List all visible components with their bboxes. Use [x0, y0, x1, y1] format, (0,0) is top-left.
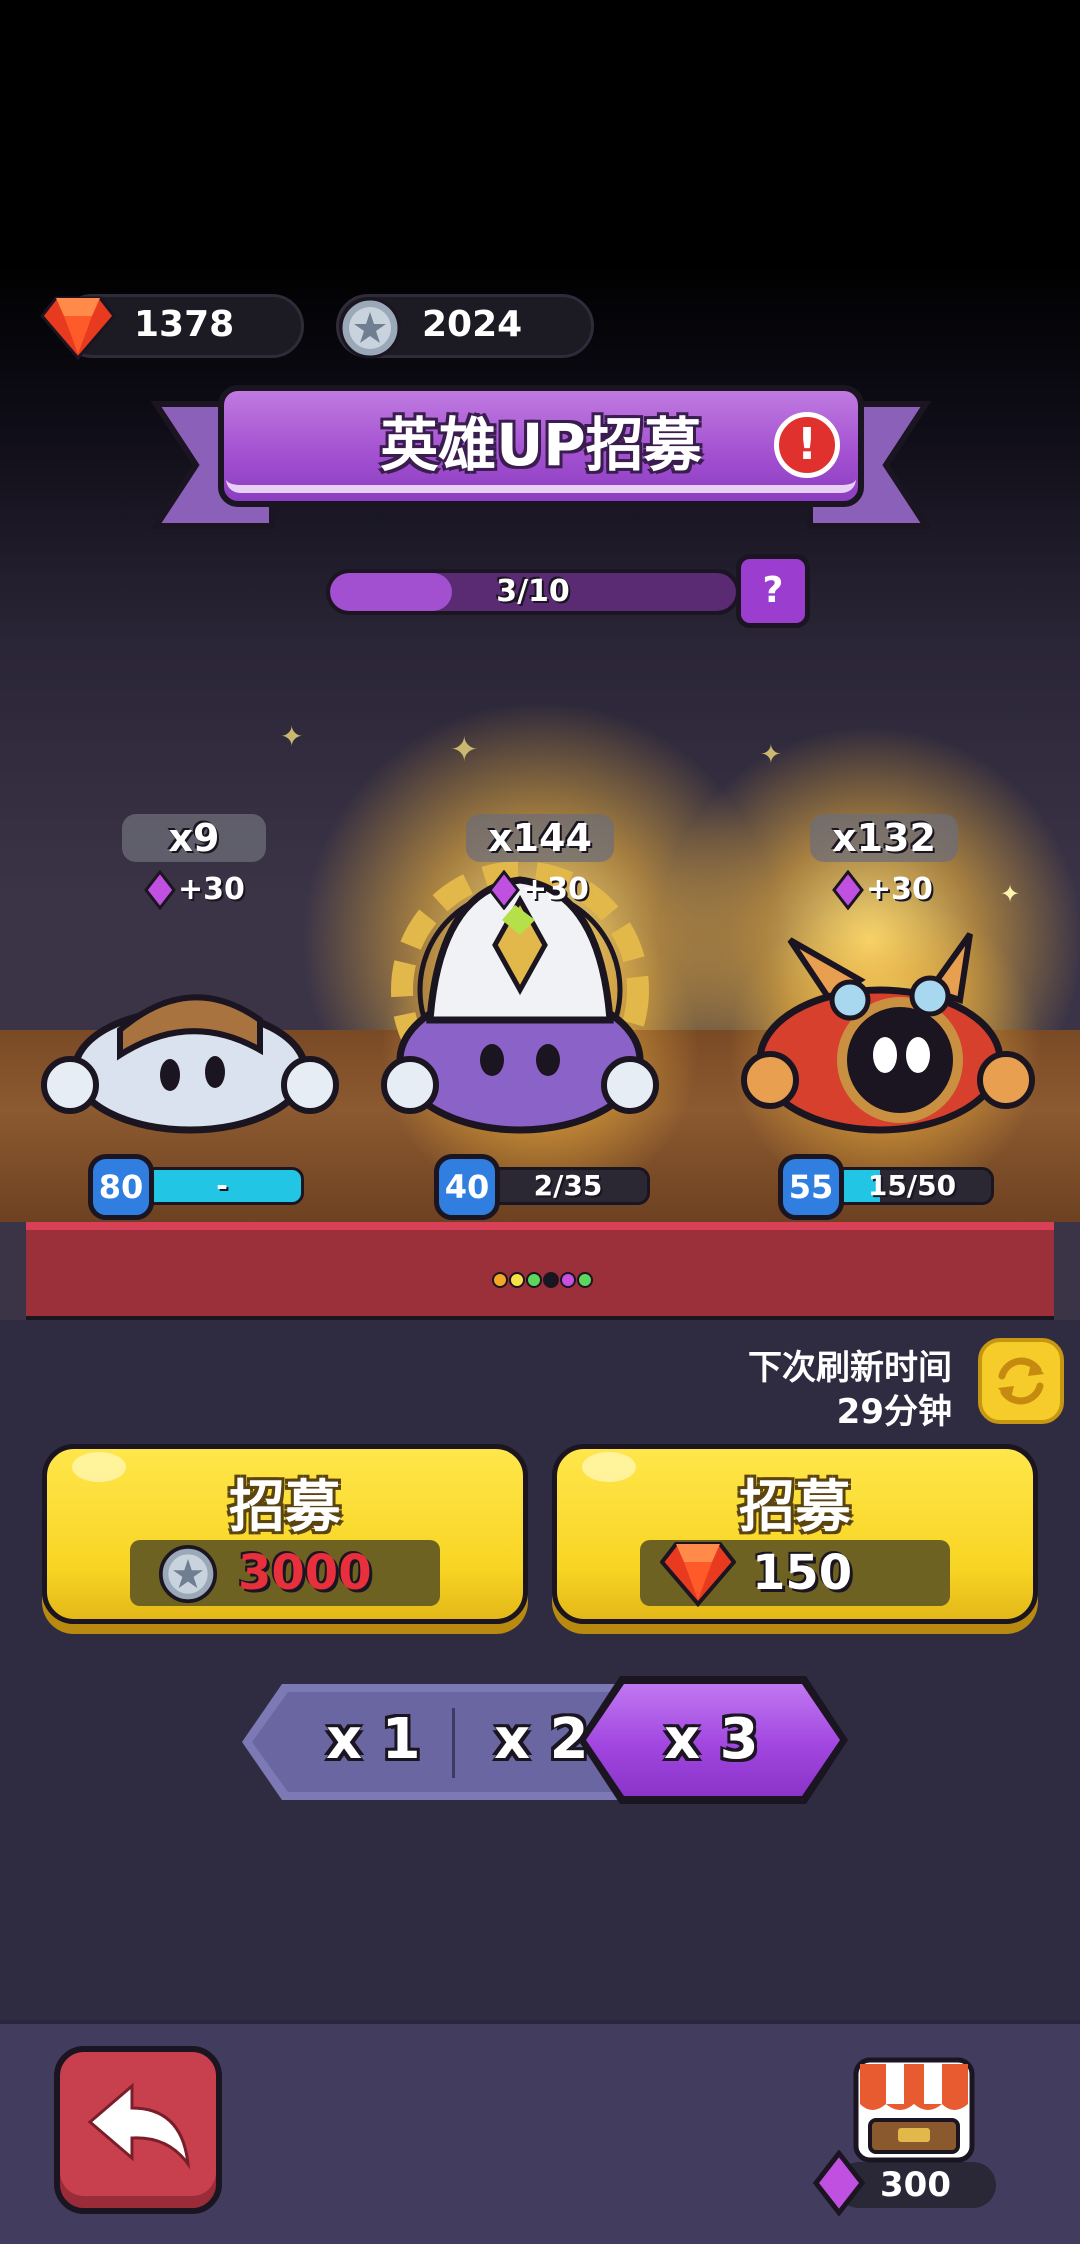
purple-crystal-icon [832, 870, 864, 910]
red-gem-icon [40, 296, 116, 361]
hero-1-crystal-bonus: +30 [178, 872, 245, 907]
hero-1-level-badge: 80 [88, 1154, 154, 1220]
purple-crystal-icon [812, 2150, 866, 2216]
hero-aviator-bomb-sprite[interactable] [730, 920, 1040, 1140]
back-button[interactable] [54, 2046, 222, 2214]
refresh-button[interactable] [978, 1338, 1064, 1424]
gem-cost-value: 150 [752, 1545, 853, 1601]
banner-info-alert-icon[interactable]: ! [774, 412, 840, 478]
sparkle-icon: ✦ [450, 730, 479, 770]
shop-stall-icon[interactable] [846, 2050, 982, 2166]
banner-title: 英雄UP招募 [380, 411, 702, 479]
page-dot [492, 1272, 508, 1288]
hero-purple-bishop-sprite[interactable] [330, 860, 710, 1140]
stage-rail-edge [1054, 1222, 1080, 1322]
hero-3-duplicate-count: x132 [810, 814, 958, 862]
hero-1-duplicate-count: x9 [122, 814, 266, 862]
purple-crystal-icon [488, 870, 520, 910]
refresh-icon [998, 1357, 1044, 1405]
pity-help-button[interactable]: ? [736, 554, 810, 628]
page-dot [526, 1272, 542, 1288]
silver-coin-icon [158, 1544, 218, 1604]
multiplier-option-x1[interactable]: x 1 [326, 1708, 421, 1772]
recruit-with-gems-label: 招募 [739, 1475, 851, 1540]
coin-cost-value: 3000 [238, 1545, 372, 1601]
coin-balance-value: 2024 [422, 304, 523, 345]
recruit-with-coins-label: 招募 [229, 1475, 341, 1540]
pity-progress-text: 3/10 [496, 574, 570, 609]
multiplier-option-x3[interactable]: x 3 [664, 1708, 759, 1772]
hero-3-level-badge: 55 [778, 1154, 844, 1220]
multiplier-divider [452, 1708, 455, 1778]
sparkle-icon: ✦ [280, 720, 304, 753]
stage-rail [0, 1222, 1080, 1322]
purple-crystal-icon [144, 870, 176, 910]
shop-price-value: 300 [880, 2165, 951, 2205]
hero-2-shard-text: 2/35 [533, 1169, 603, 1202]
back-arrow-icon [87, 2082, 191, 2170]
refresh-countdown: 29分钟 [836, 1392, 952, 1432]
hero-2-duplicate-count: x144 [466, 814, 614, 862]
page-dot [577, 1272, 593, 1288]
refresh-label: 下次刷新时间 [748, 1348, 952, 1388]
multiplier-option-x2[interactable]: x 2 [494, 1708, 589, 1772]
hero-3-shard-text: 15/50 [867, 1169, 957, 1202]
hero-2-level-badge: 40 [434, 1154, 500, 1220]
sparkle-icon: ✦ [760, 740, 782, 770]
sparkle-icon: ✦ [1000, 880, 1021, 908]
hero-2-crystal-bonus: +30 [522, 872, 589, 907]
page-dot [509, 1272, 525, 1288]
page-dot [543, 1272, 559, 1288]
red-gem-icon [660, 1542, 736, 1608]
gem-balance-value: 1378 [134, 304, 235, 345]
hero-silver-knight-sprite[interactable] [40, 960, 340, 1140]
silver-coin-icon [339, 297, 401, 359]
hero-1-shard-text: - [216, 1169, 228, 1202]
stage-rail-edge [0, 1222, 26, 1322]
page-dot [560, 1272, 576, 1288]
hero-3-crystal-bonus: +30 [866, 872, 933, 907]
